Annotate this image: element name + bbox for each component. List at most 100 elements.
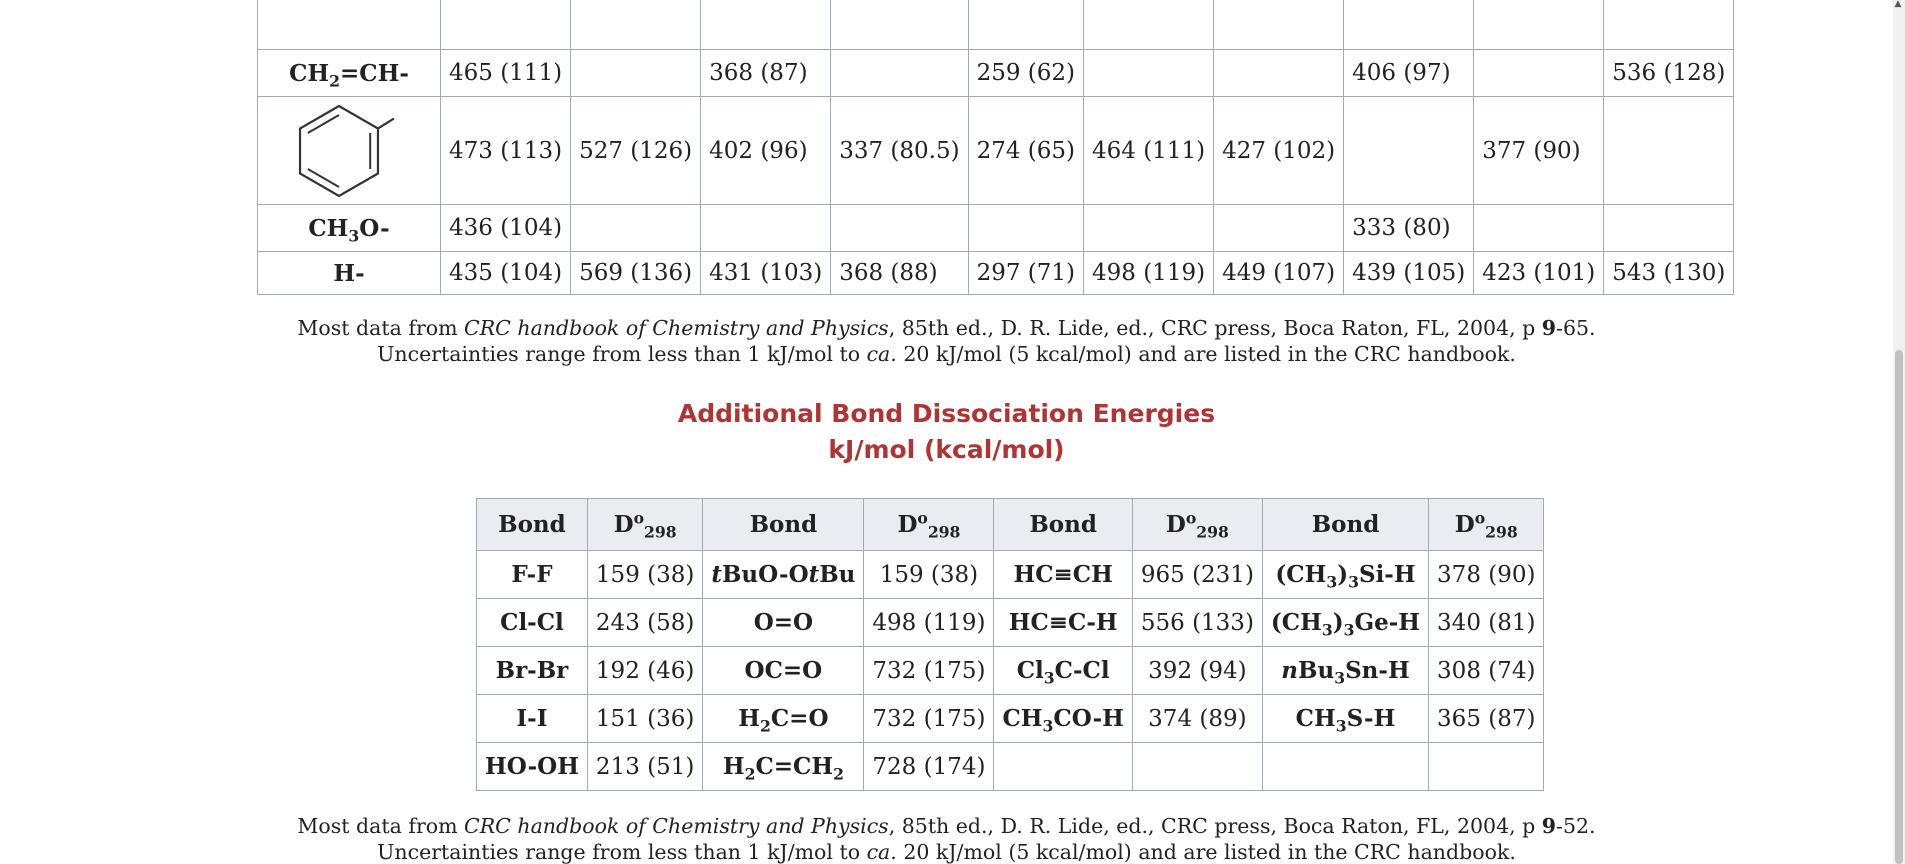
table-cell: 274 (65) — [967, 96, 1085, 205]
bond-cell: O=O — [702, 598, 865, 647]
table-cell: 259 (62) — [967, 49, 1085, 97]
table-cell — [1473, 0, 1605, 50]
bond-cell — [1261, 742, 1430, 791]
bond-cell: CH3CO-H — [993, 694, 1133, 743]
table-cell: 431 (103) — [700, 251, 832, 295]
header-d298: Do298 — [1428, 498, 1545, 551]
table-cell — [1213, 0, 1345, 50]
energy-cell: 498 (119) — [863, 598, 995, 647]
energy-cell: 213 (51) — [586, 742, 704, 791]
table-cell — [700, 204, 832, 252]
table-row: H- 435 (104) 569 (136) 431 (103) 368 (88) 297… — [257, 251, 1735, 295]
page-content: CH2=CH- 465 (111) 368 (87) 259 (62) 406 (97)… — [0, 0, 1893, 864]
table-cell: 473 (113) — [439, 96, 572, 205]
table-cell — [1082, 49, 1215, 97]
table-cell: 436 (104) — [439, 204, 572, 252]
table-cell: 543 (130) — [1603, 251, 1735, 295]
table-row: F-F 159 (38) tBuO-OtBu 159 (38) HC≡CH 965 (23… — [476, 550, 1545, 599]
table-cell — [1343, 0, 1475, 50]
table-cell: 465 (111) — [439, 49, 572, 97]
table-cell — [1603, 204, 1735, 252]
table-cell: 368 (87) — [700, 49, 832, 97]
table-cell: 464 (111) — [1082, 96, 1215, 205]
energy-cell: 732 (175) — [863, 646, 995, 695]
energy-cell: 159 (38) — [863, 550, 995, 599]
bond-cell: OC=O — [702, 646, 865, 695]
row-label-text: CH2=CH- — [289, 59, 409, 90]
bond-cell: HO-OH — [476, 742, 588, 791]
row-label — [257, 0, 441, 50]
table-cell — [1603, 0, 1735, 50]
table-cell — [1082, 0, 1215, 50]
bond-cell: HC≡C-H — [993, 598, 1133, 647]
table-cell: 297 (71) — [967, 251, 1085, 295]
energy-cell: 556 (133) — [1131, 598, 1263, 647]
phenyl-icon — [298, 104, 395, 197]
source-note-2: Most data from CRC handbook of Chemistry… — [297, 814, 1596, 864]
additional-bond-energy-table: Bond Do298 Bond Do298 Bond Do298 Bond Do298 F-F… — [476, 498, 1545, 791]
table-cell — [1473, 204, 1605, 252]
table-cell: 449 (107) — [1213, 251, 1345, 295]
table-cell: 435 (104) — [439, 251, 572, 295]
benzene-icon — [294, 0, 404, 49]
bond-cell: I-I — [476, 694, 588, 743]
table-cell: 427 (102) — [1213, 96, 1345, 205]
table-cell — [830, 0, 969, 50]
header-bond: Bond — [702, 498, 865, 551]
table-cell — [570, 204, 702, 252]
table-row: CH2=CH- 465 (111) 368 (87) 259 (62) 406 (97)… — [257, 49, 1735, 97]
table-cell: 527 (126) — [570, 96, 702, 205]
energy-cell: 732 (175) — [863, 694, 995, 743]
table-header-row: Bond Do298 Bond Do298 Bond Do298 Bond Do298 — [476, 498, 1545, 551]
header-bond: Bond — [1261, 498, 1430, 551]
section-title: Additional Bond Dissociation Energies kJ… — [0, 396, 1893, 468]
energy-cell: 365 (87) — [1428, 694, 1545, 743]
energy-cell: 243 (58) — [586, 598, 704, 647]
table-row: CH3O- 436 (104) 333 (80) — [257, 204, 1735, 252]
bond-cell: HC≡CH — [993, 550, 1133, 599]
vertical-scrollbar[interactable] — [1893, 0, 1905, 864]
energy-cell: 378 (90) — [1428, 550, 1545, 599]
energy-cell: 192 (46) — [586, 646, 704, 695]
table-cell — [570, 0, 702, 50]
energy-cell: 374 (89) — [1131, 694, 1263, 743]
header-bond: Bond — [476, 498, 588, 551]
bond-cell: F-F — [476, 550, 588, 599]
bond-cell: (CH3)3Ge-H — [1261, 598, 1430, 647]
energy-cell: 308 (74) — [1428, 646, 1545, 695]
bond-cell — [993, 742, 1133, 791]
row-label: CH3O- — [257, 204, 441, 252]
bond-cell: Cl3C-Cl — [993, 646, 1133, 695]
table-cell: 333 (80) — [1343, 204, 1475, 252]
header-d298: Do298 — [1131, 498, 1263, 551]
scroll-up-arrow-icon[interactable]: ▲ — [1892, 0, 1904, 9]
table-cell — [700, 0, 832, 50]
table-cell: 569 (136) — [570, 251, 702, 295]
energy-cell: 392 (94) — [1131, 646, 1263, 695]
bond-cell: Cl-Cl — [476, 598, 588, 647]
table-row: 473 (113) 527 (126) 402 (96) 337 (80.5) 274 … — [257, 96, 1735, 205]
table-cell — [830, 204, 969, 252]
bond-cell: nBu3Sn-H — [1261, 646, 1430, 695]
source-note-1: Most data from CRC handbook of Chemistry… — [297, 316, 1596, 366]
table-cell — [1213, 49, 1345, 97]
table-row — [257, 0, 1735, 50]
table-cell — [967, 204, 1085, 252]
row-label: CH2=CH- — [257, 49, 441, 97]
table-cell: 536 (128) — [1603, 49, 1735, 97]
energy-cell: 965 (231) — [1131, 550, 1263, 599]
table-cell — [1213, 204, 1345, 252]
table-cell: 402 (96) — [700, 96, 832, 205]
table-row: Cl-Cl 243 (58) O=O 498 (119) HC≡C-H 556 (133)… — [476, 598, 1545, 647]
table-cell: 337 (80.5) — [830, 96, 969, 205]
section-title-line2: kJ/mol (kcal/mol) — [828, 435, 1065, 464]
table-cell: 439 (105) — [1343, 251, 1475, 295]
table-row: Br-Br 192 (46) OC=O 732 (175) Cl3C-Cl 392 (94… — [476, 646, 1545, 695]
energy-cell: 159 (38) — [586, 550, 704, 599]
table-cell — [570, 49, 702, 97]
scrollbar-thumb[interactable] — [1895, 350, 1903, 864]
table-cell — [1343, 96, 1475, 205]
energy-cell — [1131, 742, 1263, 791]
table-cell: 498 (119) — [1082, 251, 1215, 295]
table-cell — [439, 0, 572, 50]
